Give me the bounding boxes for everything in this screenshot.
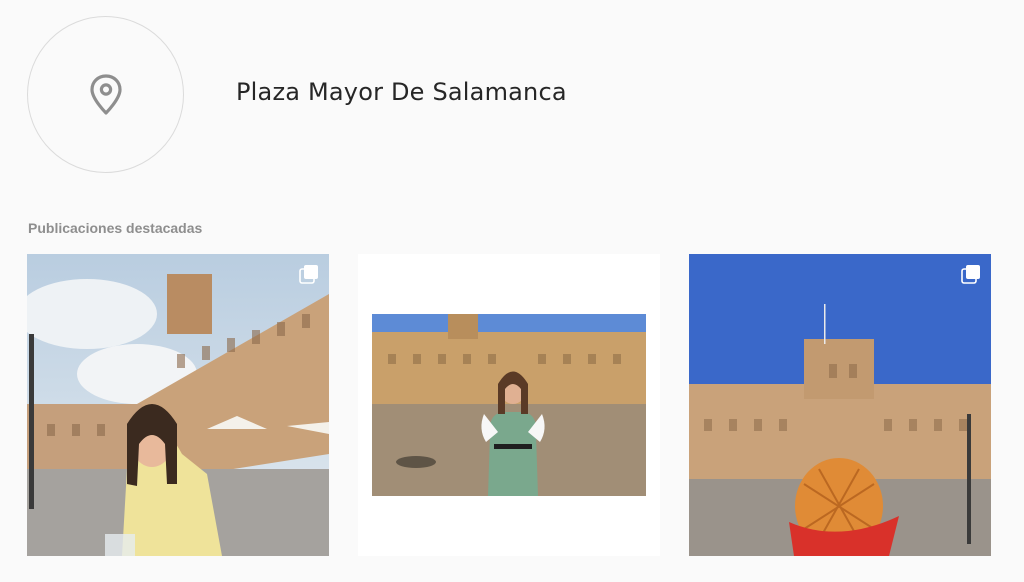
featured-post-2[interactable]	[358, 254, 660, 556]
multiple-posts-icon	[299, 265, 318, 284]
location-avatar	[27, 16, 184, 173]
post-photo	[358, 254, 660, 556]
location-header: Plaza Mayor De Salamanca	[27, 16, 997, 173]
location-pin-icon	[89, 73, 122, 115]
featured-posts-grid	[27, 254, 991, 556]
featured-post-3[interactable]	[689, 254, 991, 556]
section-label: Publicaciones destacadas	[28, 220, 203, 236]
page-title: Plaza Mayor De Salamanca	[236, 78, 567, 106]
post-photo	[689, 254, 991, 556]
featured-post-1[interactable]	[27, 254, 329, 556]
multiple-posts-icon	[961, 265, 980, 284]
post-photo	[27, 254, 329, 556]
